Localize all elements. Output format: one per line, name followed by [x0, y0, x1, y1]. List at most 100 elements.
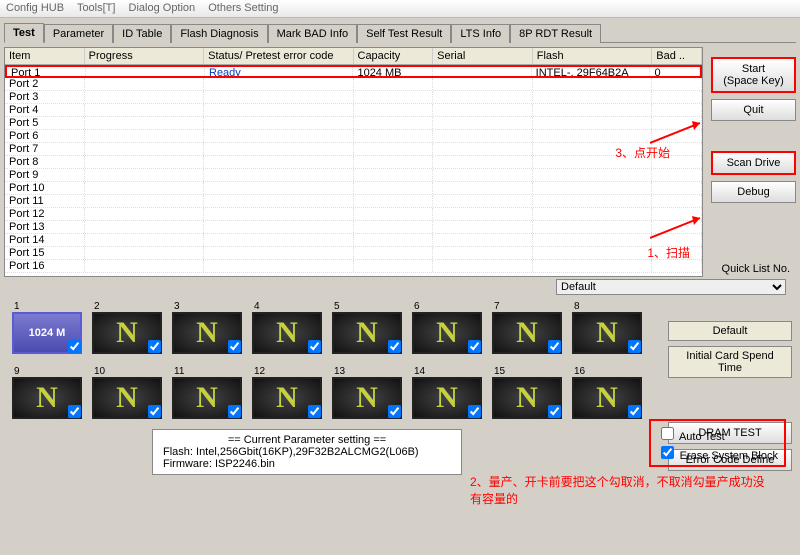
- start-label-1: Start: [715, 63, 792, 75]
- table-row[interactable]: Port 4: [5, 104, 702, 117]
- table-row[interactable]: Port 16: [5, 260, 702, 273]
- debug-button[interactable]: Debug: [711, 181, 796, 203]
- port-card-14[interactable]: N: [412, 377, 482, 419]
- erase-system-check[interactable]: Erase System Block: [657, 443, 778, 462]
- menu-others[interactable]: Others Setting: [208, 2, 278, 14]
- card-number: 6: [412, 301, 486, 312]
- card-check[interactable]: [628, 340, 641, 353]
- card-check[interactable]: [468, 340, 481, 353]
- port-card-15[interactable]: N: [492, 377, 562, 419]
- table-row[interactable]: Port 5: [5, 117, 702, 130]
- tab-strip: TestParameterID TableFlash DiagnosisMark…: [4, 22, 796, 43]
- port-card-10[interactable]: N: [92, 377, 162, 419]
- port-card-7[interactable]: N: [492, 312, 562, 354]
- table-row[interactable]: Port 1Ready1024 MBINTEL-, 29F64B2A0: [5, 65, 702, 78]
- col-header[interactable]: Bad ..: [652, 48, 702, 64]
- tab-self-test-result[interactable]: Self Test Result: [357, 24, 451, 43]
- card-check[interactable]: [388, 405, 401, 418]
- check-group: Auto Test Erase System Block: [649, 419, 786, 467]
- port-card-16[interactable]: N: [572, 377, 642, 419]
- card-number: 12: [252, 366, 326, 377]
- status-default: Default: [668, 321, 792, 341]
- spend-time-label: Initial Card Spend Time: [668, 346, 792, 378]
- port-card-2[interactable]: N: [92, 312, 162, 354]
- port-card-5[interactable]: N: [332, 312, 402, 354]
- profile-select[interactable]: Default: [556, 279, 786, 295]
- table-row[interactable]: Port 8: [5, 156, 702, 169]
- tab-test[interactable]: Test: [4, 23, 44, 43]
- col-header[interactable]: Progress: [85, 48, 204, 64]
- start-label-2: (Space Key): [715, 75, 792, 87]
- table-row[interactable]: Port 12: [5, 208, 702, 221]
- table-row[interactable]: Port 6: [5, 130, 702, 143]
- port-card-3[interactable]: N: [172, 312, 242, 354]
- tab-parameter[interactable]: Parameter: [44, 24, 113, 43]
- port-card-13[interactable]: N: [332, 377, 402, 419]
- card-check[interactable]: [548, 340, 561, 353]
- card-number: 4: [252, 301, 326, 312]
- menu-config[interactable]: Config HUB: [6, 2, 64, 14]
- annotation-2: 2、量产、开卡前要把这个勾取消，不取消勾量产成功没有容量的: [470, 473, 770, 507]
- port-card-8[interactable]: N: [572, 312, 642, 354]
- port-table: ItemProgressStatus/ Pretest error codeCa…: [4, 47, 703, 277]
- tab-id-table[interactable]: ID Table: [113, 24, 171, 43]
- tab-lts-info[interactable]: LTS Info: [451, 24, 510, 43]
- card-number: 15: [492, 366, 566, 377]
- port-card-11[interactable]: N: [172, 377, 242, 419]
- table-row[interactable]: Port 10: [5, 182, 702, 195]
- card-number: 11: [172, 366, 246, 377]
- port-card-1[interactable]: 1024 M: [12, 312, 82, 354]
- table-row[interactable]: Port 3: [5, 91, 702, 104]
- card-check[interactable]: [148, 340, 161, 353]
- card-check[interactable]: [308, 405, 321, 418]
- col-header[interactable]: Capacity: [354, 48, 434, 64]
- scan-drive-button[interactable]: Scan Drive: [711, 151, 796, 175]
- port-card-12[interactable]: N: [252, 377, 322, 419]
- table-row[interactable]: Port 13: [5, 221, 702, 234]
- card-number: 2: [92, 301, 166, 312]
- param-setting-box: == Current Parameter setting == Flash: I…: [152, 429, 462, 475]
- menu-bar: Config HUB Tools[T] Dialog Option Others…: [0, 0, 800, 18]
- table-row[interactable]: Port 11: [5, 195, 702, 208]
- menu-tools[interactable]: Tools[T]: [77, 2, 116, 14]
- card-check[interactable]: [388, 340, 401, 353]
- table-row[interactable]: Port 14: [5, 234, 702, 247]
- card-check[interactable]: [68, 340, 81, 353]
- card-number: 3: [172, 301, 246, 312]
- port-card-6[interactable]: N: [412, 312, 482, 354]
- card-check[interactable]: [228, 405, 241, 418]
- param-firmware: Firmware: ISP2246.bin: [163, 458, 451, 470]
- card-check[interactable]: [148, 405, 161, 418]
- card-number: 8: [572, 301, 646, 312]
- tab-8p-rdt-result[interactable]: 8P RDT Result: [510, 24, 601, 43]
- col-header[interactable]: Status/ Pretest error code: [204, 48, 353, 64]
- col-header[interactable]: Item: [5, 48, 85, 64]
- auto-test-check[interactable]: Auto Test: [657, 424, 778, 443]
- start-button[interactable]: Start (Space Key): [711, 57, 796, 93]
- table-row[interactable]: Port 7: [5, 143, 702, 156]
- card-number: 9: [12, 366, 86, 377]
- card-number: 7: [492, 301, 566, 312]
- col-header[interactable]: Serial: [433, 48, 533, 64]
- tab-flash-diagnosis[interactable]: Flash Diagnosis: [171, 24, 267, 43]
- card-number: 5: [332, 301, 406, 312]
- port-card-9[interactable]: N: [12, 377, 82, 419]
- card-check[interactable]: [68, 405, 81, 418]
- card-check[interactable]: [628, 405, 641, 418]
- col-header[interactable]: Flash: [533, 48, 652, 64]
- table-row[interactable]: Port 9: [5, 169, 702, 182]
- port-card-4[interactable]: N: [252, 312, 322, 354]
- card-number: 10: [92, 366, 166, 377]
- card-number: 14: [412, 366, 486, 377]
- param-title: == Current Parameter setting ==: [163, 434, 451, 446]
- card-check[interactable]: [308, 340, 321, 353]
- quit-button[interactable]: Quit: [711, 99, 796, 121]
- card-number: 1: [12, 301, 86, 312]
- table-row[interactable]: Port 15: [5, 247, 702, 260]
- tab-mark-bad-info[interactable]: Mark BAD Info: [268, 24, 358, 43]
- card-check[interactable]: [468, 405, 481, 418]
- menu-dialog[interactable]: Dialog Option: [129, 2, 196, 14]
- card-check[interactable]: [228, 340, 241, 353]
- card-check[interactable]: [548, 405, 561, 418]
- table-row[interactable]: Port 2: [5, 78, 702, 91]
